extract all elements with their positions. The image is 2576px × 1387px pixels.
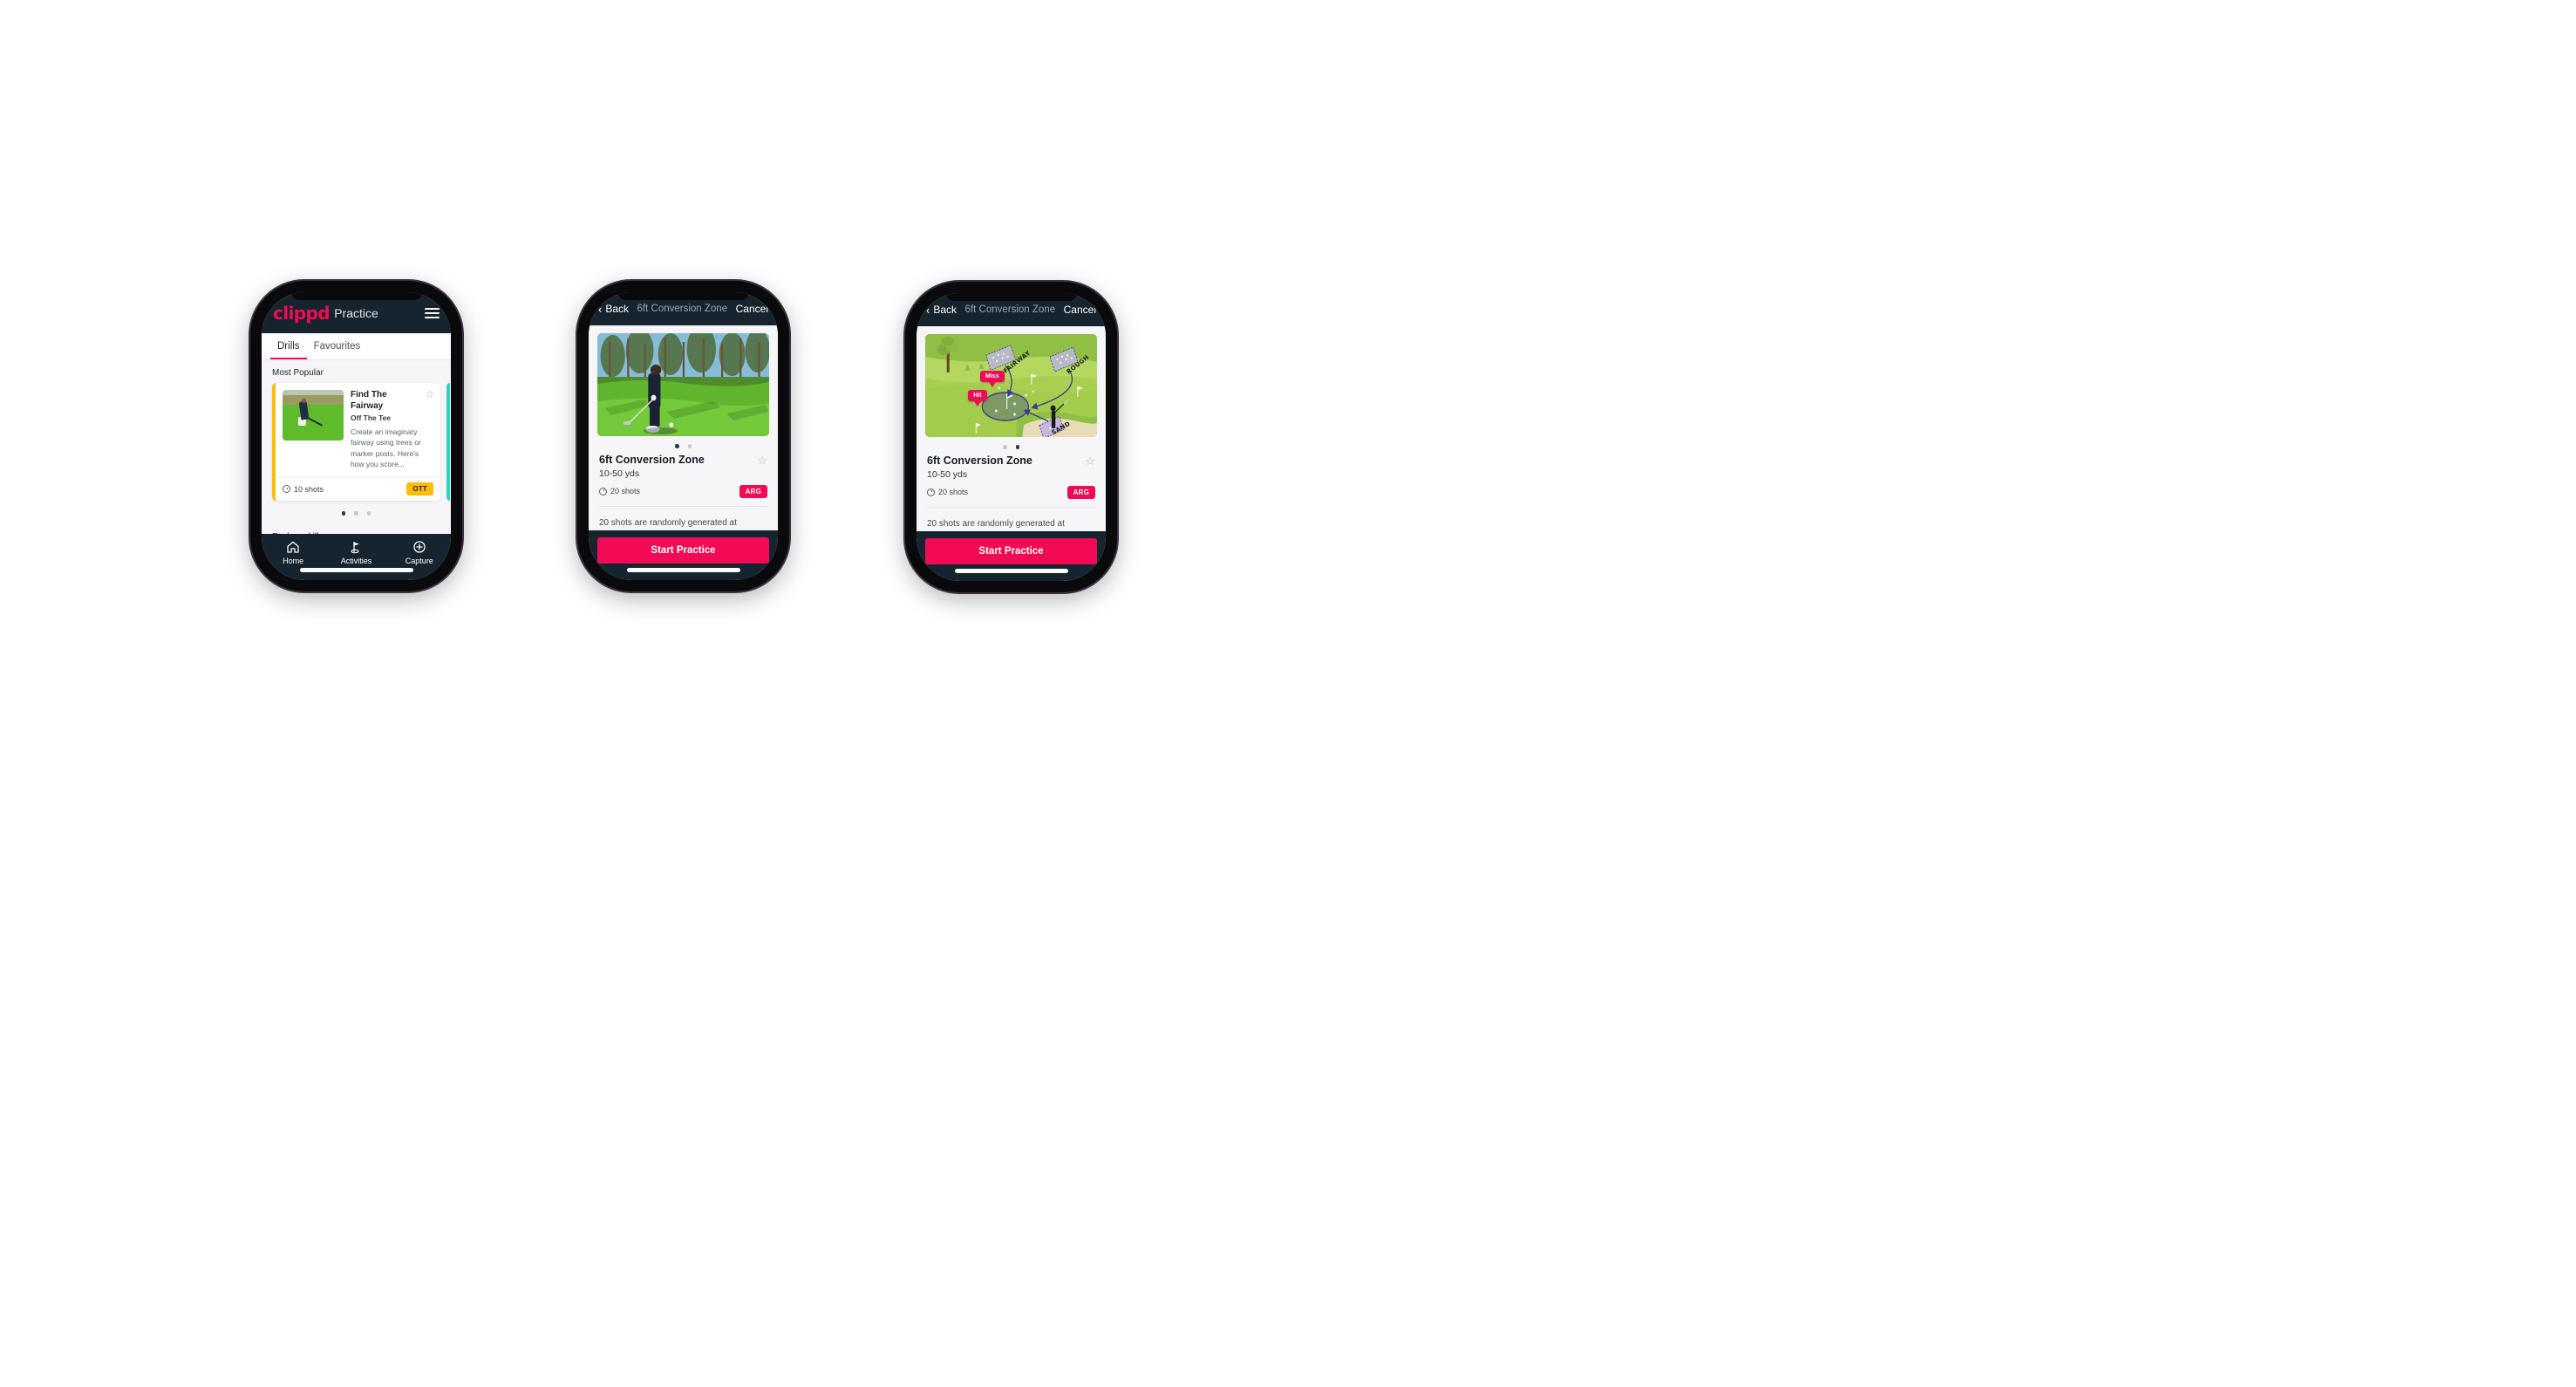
golf-flag-icon — [351, 542, 360, 554]
device-notch — [290, 292, 422, 300]
clock-icon — [599, 487, 607, 495]
drill-card-find-the-fairway[interactable]: ☆ Find The Fairway Off The Tee Create an… — [272, 383, 440, 502]
drill-thumbnail — [283, 390, 344, 441]
tab-drills[interactable]: Drills — [270, 333, 307, 359]
callout-hit: Hit — [968, 389, 987, 407]
home-icon — [287, 541, 299, 553]
drill-carousel[interactable]: ☆ Find The Fairway Off The Tee Create an… — [262, 383, 451, 502]
clock-icon — [283, 485, 290, 494]
back-label: Back — [605, 303, 630, 315]
drill-description: Create an imaginary fairway using trees … — [351, 427, 421, 468]
drill-skill-area: Off The Tee — [351, 413, 392, 422]
drill-shots-label: 10 shots — [294, 484, 324, 494]
drill-detail-title: 6ft Conversion Zone — [927, 454, 1032, 467]
drill-shots-label: 20 shots — [610, 487, 641, 495]
home-indicator — [299, 568, 413, 572]
drill-badge-arg: ARG — [739, 484, 767, 498]
carousel-dot-3[interactable] — [366, 511, 371, 516]
nav-item-home[interactable]: Home — [262, 540, 324, 565]
plus-circle-icon — [413, 541, 426, 553]
chevron-left-icon: ‹ — [926, 303, 930, 317]
drill-shots: 20 shots — [599, 487, 640, 495]
hamburger-icon[interactable] — [425, 307, 440, 318]
nav-item-capture[interactable]: Capture — [388, 540, 451, 565]
drill-distance: 10-50 yds — [599, 468, 640, 479]
cancel-button[interactable]: Cancel — [1064, 304, 1096, 316]
detail-carousel-dots — [917, 437, 1106, 454]
detail-scroll-area[interactable]: ☆ 6ft Conversion Zone 10-50 yds 20 shots… — [589, 325, 778, 530]
drill-shots: 20 shots — [927, 488, 968, 496]
carousel-dot-1[interactable] — [341, 511, 346, 516]
drill-media-illustration[interactable]: FAIRWAY ROUGH SAND Miss Hit — [925, 334, 1097, 437]
home-indicator — [626, 568, 740, 572]
tab-bar: Drills Favourites — [262, 333, 451, 360]
detail-title: 6ft Conversion Zone — [964, 304, 1056, 315]
drill-badge-ott: OTT — [406, 482, 433, 496]
phone-drill-detail-photo: ‹ Back 6ft Conversion Zone Cancel ☆ 6ft … — [577, 281, 789, 591]
course-diagram — [925, 334, 1097, 437]
green-zone — [981, 392, 1029, 421]
star-outline-icon[interactable]: ☆ — [1085, 454, 1095, 468]
detail-title: 6ft Conversion Zone — [637, 304, 728, 314]
nav-label: Activities — [340, 557, 372, 565]
drill-distance: 10-50 yds — [927, 468, 968, 480]
golf-photo — [597, 333, 769, 436]
carousel-dot-2[interactable] — [354, 511, 358, 516]
bottom-navigation: Home Activities Capture — [262, 534, 451, 580]
practice-scroll-area[interactable]: Most Popular ☆ Find The Fairway Off The … — [262, 360, 451, 534]
callout-miss: Miss — [980, 371, 1005, 388]
detail-dot-1[interactable] — [675, 444, 679, 448]
back-label: Back — [933, 304, 957, 316]
back-button[interactable]: ‹ Back — [598, 303, 629, 315]
device-notch — [945, 293, 1077, 301]
clock-icon — [927, 488, 935, 496]
detail-dot-2[interactable] — [1015, 445, 1019, 449]
drill-media-photo[interactable] — [597, 333, 769, 436]
start-practice-button[interactable]: Start Practice — [925, 538, 1097, 564]
star-outline-icon[interactable]: ☆ — [757, 454, 767, 468]
nav-item-activities[interactable]: Activities — [324, 540, 387, 565]
screenshot-stage: clippd Practice Drills Favourites Most P… — [0, 0, 2576, 1387]
cancel-button[interactable]: Cancel — [736, 303, 768, 315]
star-outline-icon[interactable]: ☆ — [425, 389, 434, 400]
drill-card-next-peek[interactable] — [446, 383, 451, 502]
drill-shots: 10 shots — [283, 485, 324, 494]
drill-detail-description: 20 shots are randomly generated at dista… — [599, 517, 737, 528]
detail-scroll-area[interactable]: FAIRWAY ROUGH SAND Miss Hit ☆ 6ft Conver… — [917, 326, 1106, 531]
detail-header: ☆ 6ft Conversion Zone 10-50 yds 20 shots… — [917, 454, 1106, 507]
drill-detail-title: 6ft Conversion Zone — [599, 453, 705, 466]
cta-container: Start Practice — [917, 531, 1106, 581]
chevron-left-icon: ‹ — [598, 302, 603, 316]
detail-header: ☆ 6ft Conversion Zone 10-50 yds 20 shots… — [589, 454, 778, 506]
drill-badge-arg: ARG — [1067, 485, 1095, 499]
drill-title: Find The Fairway — [351, 390, 387, 411]
nav-label: Capture — [405, 557, 433, 565]
tab-favourites[interactable]: Favourites — [307, 333, 368, 359]
back-button[interactable]: ‹ Back — [926, 304, 957, 316]
home-indicator — [954, 569, 1068, 573]
clippd-logo[interactable]: clippd — [273, 303, 331, 324]
drill-shots-label: 20 shots — [938, 488, 969, 496]
drill-detail-description: 20 shots are randomly generated at dista… — [927, 518, 1065, 529]
detail-dot-2[interactable] — [687, 444, 692, 448]
explore-skill-areas-heading: Explore skill areas — [262, 524, 451, 534]
phone-practice-list: clippd Practice Drills Favourites Most P… — [250, 281, 462, 591]
cta-container: Start Practice — [589, 530, 778, 580]
nav-label: Home — [283, 557, 304, 565]
most-popular-heading: Most Popular — [272, 368, 324, 378]
phone-drill-detail-illustration: ‹ Back 6ft Conversion Zone Cancel FAIRWA… — [905, 282, 1117, 592]
device-notch — [617, 292, 749, 300]
carousel-dots — [262, 501, 451, 524]
detail-dot-1[interactable] — [1003, 445, 1007, 449]
start-practice-button[interactable]: Start Practice — [597, 537, 769, 564]
detail-carousel-dots — [589, 436, 778, 454]
